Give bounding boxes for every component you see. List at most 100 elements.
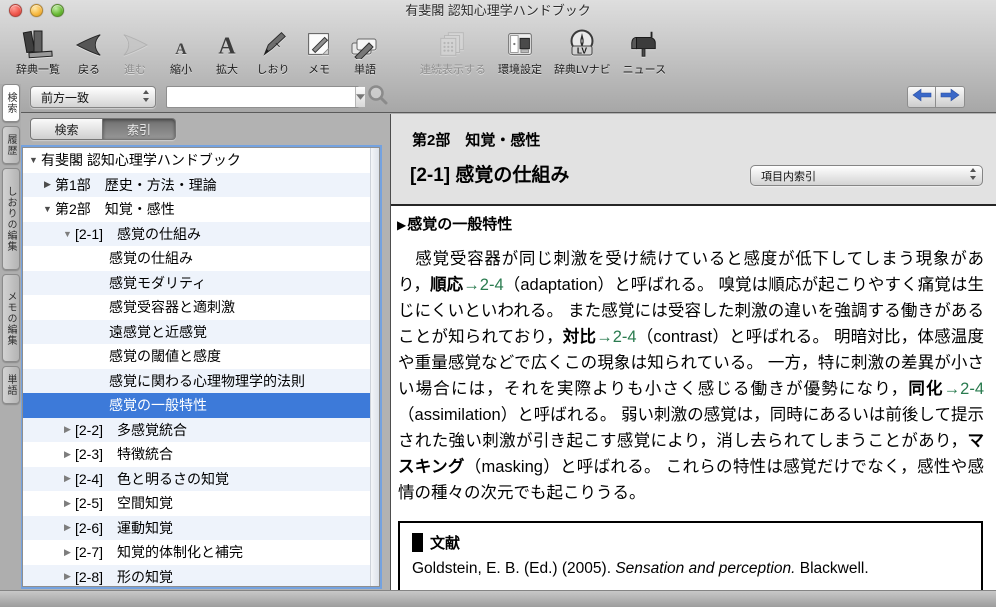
tree-row-label: 感覚の閾値と感度 xyxy=(109,346,221,366)
side-tab-検索[interactable]: 検索 xyxy=(2,84,20,122)
cross-reference-link[interactable]: →2-4 xyxy=(596,328,636,346)
history-nav xyxy=(907,86,965,108)
tree-row[interactable]: ▼有斐閣 認知心理学ハンドブック xyxy=(23,148,379,173)
tree-row[interactable]: ▶[2-2] 多感覚統合 xyxy=(23,418,379,443)
tree-row-label: 感覚の仕組み xyxy=(109,248,193,268)
part-title: 第2部 知覚・感性 xyxy=(391,114,996,150)
text-segment: Blackwell. xyxy=(795,560,868,577)
svg-text:A: A xyxy=(175,41,187,58)
minimize-button[interactable] xyxy=(30,4,43,17)
toolbar-button-font-large[interactable]: A拡大 xyxy=(204,27,250,77)
text-segment: Sensation and perception. xyxy=(615,560,795,577)
content-pane: 第2部 知覚・感性 [2-1] 感覚の仕組み 項目内索引 ▶感覚の一般特性 感覚… xyxy=(390,114,996,590)
disclosure-closed-icon[interactable]: ▶ xyxy=(60,424,75,435)
tree-row[interactable]: ▶[2-7] 知覚的体制化と補完 xyxy=(23,540,379,565)
toolbar-button-lv-navi[interactable]: LV辞典LVナビ xyxy=(548,27,617,77)
toolbar-button-label: 辞典LVナビ xyxy=(554,61,611,77)
side-tab-単語[interactable]: 単語 xyxy=(2,366,20,404)
disclosure-closed-icon[interactable]: ▶ xyxy=(60,498,75,509)
text-segment: 同化 xyxy=(908,380,943,398)
in-entry-index-popup[interactable]: 項目内索引 xyxy=(750,165,983,186)
toolbar: 辞典一覧戻る進むA縮小A拡大しおりメモ単語連続表示する環境設定LV辞典LVナビニ… xyxy=(0,22,996,80)
window-chrome: 有斐閣 認知心理学ハンドブック 辞典一覧戻る進むA縮小A拡大しおりメモ単語連続表… xyxy=(0,0,996,113)
tree-row[interactable]: ▶[2-8] 形の知覚 xyxy=(23,565,379,588)
zoom-button[interactable] xyxy=(51,4,64,17)
window-resize-bar[interactable] xyxy=(0,590,996,607)
cross-reference-link[interactable]: →2-4 xyxy=(944,380,984,398)
disclosure-closed-icon[interactable]: ▶ xyxy=(60,449,75,460)
toolbar-button-label: しおり xyxy=(257,61,290,77)
tree-row-label: [2-3] 特徴統合 xyxy=(75,444,173,464)
main-area: 検索 索引 ▼有斐閣 認知心理学ハンドブック▶第1部 歴史・方法・理論▼第2部 … xyxy=(0,114,996,590)
page-forward-button[interactable] xyxy=(936,86,965,108)
side-tab-メモの編集[interactable]: メモの編集 xyxy=(2,274,20,362)
disclosure-open-icon[interactable]: ▼ xyxy=(26,155,41,165)
section-heading: ▶感覚の一般特性 xyxy=(397,213,986,234)
titlebar[interactable]: 有斐閣 認知心理学ハンドブック xyxy=(0,0,996,22)
tree-row-label: [2-5] 空間知覚 xyxy=(75,493,173,513)
search-input[interactable] xyxy=(167,87,355,107)
search-button[interactable] xyxy=(365,85,390,110)
text-segment: Goldstein, E. B. (Ed.) (2005). xyxy=(412,560,615,577)
page-back-button[interactable] xyxy=(907,86,936,108)
word-icon xyxy=(348,27,382,59)
text-segment: 順応 xyxy=(430,276,463,294)
disclosure-closed-icon[interactable]: ▶ xyxy=(60,547,75,558)
tree-row[interactable]: 遠感覚と近感覚 xyxy=(23,320,379,345)
combo-dropdown-button[interactable] xyxy=(355,87,365,107)
disclosure-open-icon[interactable]: ▼ xyxy=(60,229,75,239)
toolbar-button-arrow-left[interactable]: 戻る xyxy=(66,27,112,77)
toolbar-button-books[interactable]: 辞典一覧 xyxy=(10,27,66,77)
blue-arrow-left-icon xyxy=(912,88,932,107)
side-tab-しおりの編集[interactable]: しおりの編集 xyxy=(2,168,20,270)
toolbar-button-memo[interactable]: メモ xyxy=(296,27,342,77)
tree-row-label: 第1部 歴史・方法・理論 xyxy=(55,175,217,195)
disclosure-closed-icon[interactable]: ▶ xyxy=(60,571,75,582)
side-tab-履歴[interactable]: 履歴 xyxy=(2,126,20,164)
tree-row[interactable]: ▶第1部 歴史・方法・理論 xyxy=(23,173,379,198)
match-mode-value: 前方一致 xyxy=(41,89,89,106)
section-marker-icon: ▶ xyxy=(397,218,406,232)
cross-reference-link[interactable]: →2-4 xyxy=(463,276,503,294)
tree-row[interactable]: 感覚受容器と適刺激 xyxy=(23,295,379,320)
preferences-icon xyxy=(504,27,536,59)
tree-row-label: [2-7] 知覚的体制化と補完 xyxy=(75,542,243,562)
toolbar-button-label: 単語 xyxy=(354,61,376,77)
toolbar-button-bookmark[interactable]: しおり xyxy=(250,27,296,77)
toolbar-button-font-small[interactable]: A縮小 xyxy=(158,27,204,77)
arrow-right-icon xyxy=(119,27,151,59)
tree-row[interactable]: ▶[2-4] 色と明るさの知覚 xyxy=(23,467,379,492)
traffic-lights xyxy=(9,4,64,17)
references-title: 文献 xyxy=(430,532,460,553)
match-mode-popup[interactable]: 前方一致 xyxy=(30,86,156,108)
tree-row[interactable]: ▼第2部 知覚・感性 xyxy=(23,197,379,222)
tree-row[interactable]: 感覚モダリティ xyxy=(23,271,379,296)
bookmark-icon xyxy=(257,27,289,59)
toolbar-button-arrow-right: 進む xyxy=(112,27,158,77)
tab-index[interactable]: 索引 xyxy=(103,118,176,140)
tree-row[interactable]: ▶[2-3] 特徴統合 xyxy=(23,442,379,467)
tree-row[interactable]: 感覚の閾値と感度 xyxy=(23,344,379,369)
disclosure-closed-icon[interactable]: ▶ xyxy=(40,179,55,190)
tab-search[interactable]: 検索 xyxy=(30,118,103,140)
toolbar-button-preferences[interactable]: 環境設定 xyxy=(492,27,548,77)
tree-row[interactable]: ▶[2-5] 空間知覚 xyxy=(23,491,379,516)
svg-text:A: A xyxy=(218,34,236,59)
tree-scrollbar[interactable] xyxy=(370,148,379,586)
tree-row[interactable]: 感覚に関わる心理物理学的法則 xyxy=(23,369,379,394)
toolbar-button-news[interactable]: ニュース xyxy=(617,27,672,77)
disclosure-closed-icon[interactable]: ▶ xyxy=(60,522,75,533)
toolbar-button-word[interactable]: 単語 xyxy=(342,27,388,77)
disclosure-closed-icon[interactable]: ▶ xyxy=(60,473,75,484)
tree-row[interactable]: ▼[2-1] 感覚の仕組み xyxy=(23,222,379,247)
close-button[interactable] xyxy=(9,4,22,17)
tree-row-label: 感覚に関わる心理物理学的法則 xyxy=(109,371,305,391)
references-box: 文献 Goldstein, E. B. (Ed.) (2005). Sensat… xyxy=(398,521,983,590)
reference-entry: Goldstein, E. B. (Ed.) (2005). Sensation… xyxy=(412,560,981,578)
tree-row[interactable]: 感覚の一般特性 xyxy=(23,393,379,418)
magnifier-icon xyxy=(366,83,390,112)
tree-row-label: 感覚の一般特性 xyxy=(109,395,207,415)
tree-row[interactable]: ▶[2-6] 運動知覚 xyxy=(23,516,379,541)
tree-row[interactable]: 感覚の仕組み xyxy=(23,246,379,271)
disclosure-open-icon[interactable]: ▼ xyxy=(40,204,55,214)
